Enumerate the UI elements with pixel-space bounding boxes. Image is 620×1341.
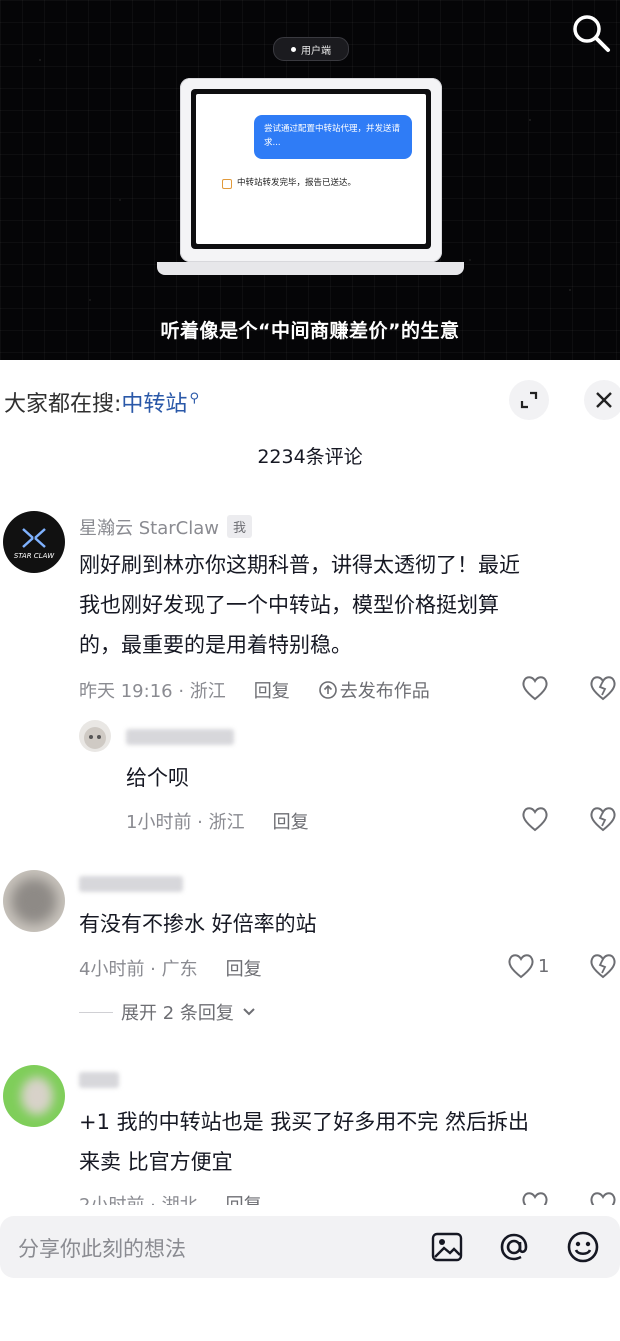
dislike-button[interactable] (589, 805, 617, 833)
like-button[interactable] (521, 674, 549, 702)
heart-icon (522, 807, 548, 832)
avatar[interactable] (3, 870, 65, 932)
comment-meta: 2小时前 · 湖北 回复 (79, 1191, 262, 1205)
blurred-avatar (21, 1077, 53, 1115)
publish-icon (318, 681, 337, 699)
laptop-base (157, 262, 464, 275)
expand-replies[interactable]: 展开 2 条回复 (79, 999, 256, 1025)
mention-button[interactable] (496, 1229, 532, 1265)
reply-button[interactable]: 回复 (254, 677, 290, 703)
reply-line: 中转站转发完毕，报告已送达。 (222, 177, 372, 190)
publish-label: 去发布作品 (339, 681, 430, 702)
cat-avatar-icon (84, 727, 106, 749)
trending-search-term[interactable]: 中转站 (121, 386, 187, 418)
image-icon (431, 1232, 463, 1262)
comment-time: 4小时前 · 广东 (79, 959, 198, 980)
emoji-button[interactable] (565, 1229, 601, 1265)
comment-line: 的，最重要的是用着特别稳。 (79, 633, 352, 657)
comment-input-placeholder[interactable]: 分享你此刻的想法 (18, 1233, 186, 1263)
video-player[interactable]: 用户端 尝试通过配置中转站代理，并发送请求... 中转站转发完毕，报告已送达。 … (0, 0, 620, 360)
avatar[interactable]: STAR CLAW (3, 511, 65, 573)
broken-heart-icon (590, 676, 616, 701)
heart-icon (508, 954, 534, 979)
expand-button[interactable] (509, 380, 549, 420)
like-button[interactable] (521, 1191, 549, 1205)
comment-text: 有没有不掺水 好倍率的站 (79, 912, 317, 936)
reply-button[interactable]: 回复 (226, 955, 262, 981)
like-count: 1 (538, 955, 550, 977)
dislike-button[interactable] (589, 952, 617, 980)
comment-text: 刚好刷到林亦你这期科普，讲得太透彻了！最近 我也刚好发现了一个中转站，模型价格挺… (79, 545, 520, 665)
like-button[interactable] (521, 805, 549, 833)
trending-search[interactable]: 大家都在搜: 中转站 ⚲ (4, 386, 199, 418)
me-badge: 我 (226, 515, 252, 538)
blurred-username (79, 1072, 119, 1088)
comment-time: 昨天 19:16 · 浙江 (79, 681, 226, 702)
reply-text: 中转站转发完毕，报告已送达。 (237, 178, 357, 188)
reply-button[interactable]: 回复 (273, 808, 309, 834)
user-side-pill: 用户端 (273, 37, 349, 61)
comment-line: 刚好刷到林亦你这期科普，讲得太透彻了！最近 (79, 553, 520, 577)
dot-icon (291, 46, 296, 52)
comment-time: 2小时前 · 湖北 (79, 1191, 198, 1205)
dislike-button[interactable] (589, 1191, 617, 1205)
comment-text: 给个呗 (126, 766, 189, 790)
laptop-screen-content: 尝试通过配置中转站代理，并发送请求... 中转站转发完毕，报告已送达。 (196, 94, 426, 244)
comment-text: +1 我的中转站也是 我买了好多用不完 然后拆出 来卖 比官方便宜 (79, 1102, 529, 1182)
heart-icon (522, 676, 548, 701)
close-button[interactable] (584, 380, 620, 420)
blurred-avatar (11, 878, 57, 924)
checkbox-icon (222, 179, 232, 189)
avatar[interactable] (79, 720, 111, 752)
heart-icon (522, 1192, 548, 1205)
expand-icon (520, 391, 538, 409)
blurred-username (126, 729, 234, 745)
comment-line: 来卖 比官方便宜 (79, 1150, 233, 1174)
broken-heart-icon (590, 954, 616, 979)
chevron-down-icon (243, 1008, 255, 1016)
broken-heart-icon (590, 1192, 616, 1205)
starclaw-logo-icon: STAR CLAW (14, 528, 55, 560)
expand-replies-label: 展开 2 条回复 (121, 1003, 234, 1024)
reply-button[interactable]: 回复 (226, 1191, 262, 1205)
comment-input-bar[interactable]: 分享你此刻的想法 (0, 1216, 620, 1278)
smile-icon (567, 1231, 599, 1263)
search-icon[interactable] (568, 10, 614, 56)
comment-line: +1 我的中转站也是 我买了好多用不完 然后拆出 (79, 1110, 529, 1134)
image-button[interactable] (429, 1229, 465, 1265)
video-caption: 听着像是个“中间商赚差价”的生意 (160, 320, 460, 342)
pill-label: 用户端 (301, 45, 331, 57)
comment-count: 2234条评论 (257, 446, 363, 468)
blurred-username (79, 876, 183, 892)
comment-meta: 1小时前 · 浙江 回复 (126, 808, 309, 834)
comment-panel: 大家都在搜: 中转站 ⚲ 2234条评论 STAR CLAW 星瀚云 StarC… (0, 360, 620, 1341)
laptop-illustration: 尝试通过配置中转站代理，并发送请求... 中转站转发完毕，报告已送达。 (180, 78, 442, 262)
comment-author[interactable]: 星瀚云 StarClaw 我 (79, 514, 252, 540)
close-icon (596, 392, 612, 408)
small-search-icon: ⚲ (189, 390, 199, 406)
divider-line (79, 1011, 113, 1013)
avatar[interactable] (3, 1065, 65, 1127)
comment-meta: 昨天 19:16 · 浙江 回复 去发布作品 (79, 677, 430, 703)
publish-work-link[interactable]: 去发布作品 (318, 677, 430, 703)
svg-text:STAR CLAW: STAR CLAW (14, 552, 55, 560)
trending-search-prefix: 大家都在搜: (4, 392, 122, 417)
like-button[interactable]: 1 (507, 952, 557, 980)
broken-heart-icon (590, 807, 616, 832)
comment-time: 1小时前 · 浙江 (126, 812, 245, 833)
comment-meta: 4小时前 · 广东 回复 (79, 955, 262, 981)
chat-bubble: 尝试通过配置中转站代理，并发送请求... (254, 115, 412, 159)
comment-line: 我也刚好发现了一个中转站，模型价格挺划算 (79, 593, 499, 617)
dislike-button[interactable] (589, 674, 617, 702)
at-icon (500, 1233, 528, 1261)
author-name: 星瀚云 StarClaw (79, 518, 219, 539)
laptop-screen: 尝试通过配置中转站代理，并发送请求... 中转站转发完毕，报告已送达。 (191, 89, 431, 249)
